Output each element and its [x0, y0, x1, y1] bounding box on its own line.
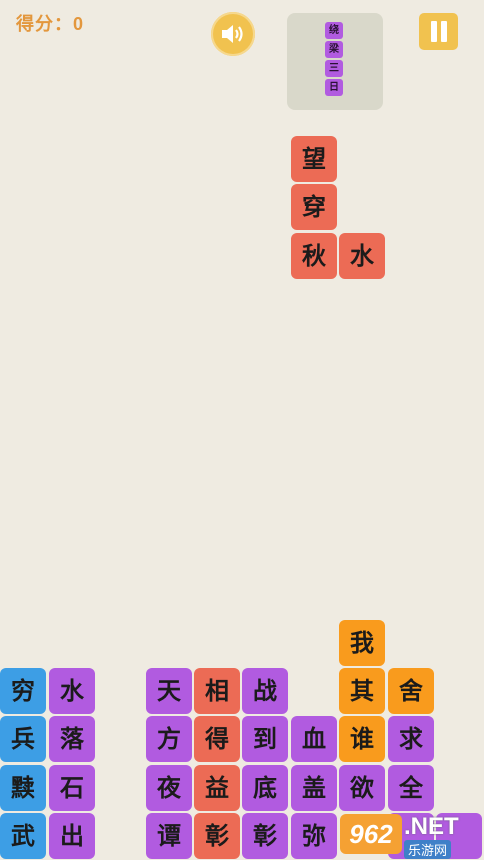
board-tile: 舍 — [388, 668, 434, 714]
board-tile: 兵 — [0, 716, 46, 762]
board-tile: 其 — [339, 668, 385, 714]
sound-button[interactable] — [211, 12, 255, 56]
board-tile: 我 — [339, 620, 385, 666]
board-tile: 求 — [388, 716, 434, 762]
next-piece-tile: 梁 — [325, 41, 343, 58]
speaker-icon — [222, 25, 243, 43]
board-tile: 方 — [146, 716, 192, 762]
board-tile: 盖 — [291, 765, 337, 811]
board-tile: 全 — [388, 765, 434, 811]
falling-tile[interactable]: 水 — [339, 233, 385, 279]
board-tile: 夜 — [146, 765, 192, 811]
board-tile: 血 — [291, 716, 337, 762]
falling-tile[interactable]: 穿 — [291, 184, 337, 230]
falling-tile[interactable]: 望 — [291, 136, 337, 182]
board-tile: 相 — [194, 668, 240, 714]
board-tile: 欲 — [339, 765, 385, 811]
board-tile: 武 — [0, 813, 46, 859]
board-tile: 石 — [49, 765, 95, 811]
watermark-suffix: .NET — [404, 813, 459, 840]
board-tile: 到 — [242, 716, 288, 762]
pause-icon-bar — [441, 21, 447, 42]
board-tile: 天 — [146, 668, 192, 714]
board-tile: 黩 — [0, 765, 46, 811]
score-label: 得分： — [16, 14, 73, 34]
score-display: 得分：0 — [16, 10, 84, 36]
board-tile: 谁 — [339, 716, 385, 762]
board-tile: 穷 — [0, 668, 46, 714]
next-piece-preview: 绕 梁 三 日 — [287, 13, 383, 110]
next-piece-tile: 三 — [325, 60, 343, 77]
board-tile: 底 — [242, 765, 288, 811]
watermark-name: 乐游网 — [404, 840, 452, 859]
next-piece-tile: 绕 — [325, 22, 343, 39]
board-tile: 水 — [49, 668, 95, 714]
score-value: 0 — [73, 14, 85, 34]
next-piece-tile: 日 — [325, 79, 343, 96]
board-tile: 战 — [242, 668, 288, 714]
board-tile: 落 — [49, 716, 95, 762]
board-tile: 益 — [194, 765, 240, 811]
board-tile: 彰 — [242, 813, 288, 859]
board-tile: 弥 — [291, 813, 337, 859]
board-tile: 彰 — [194, 813, 240, 859]
watermark: 962 .NET 乐游网 — [340, 810, 484, 860]
falling-tile[interactable]: 秋 — [291, 233, 337, 279]
board-tile: 得 — [194, 716, 240, 762]
pause-button[interactable] — [419, 13, 458, 50]
pause-icon — [431, 21, 437, 42]
board-tile: 出 — [49, 813, 95, 859]
board-tile: 谭 — [146, 813, 192, 859]
watermark-badge: 962 — [340, 814, 402, 854]
